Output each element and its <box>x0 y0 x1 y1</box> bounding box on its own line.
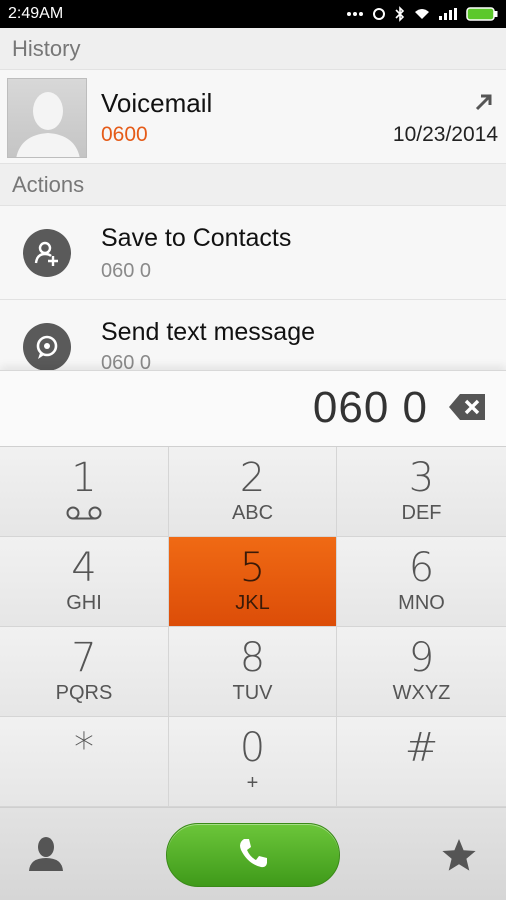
key-letters: PQRS <box>55 682 113 704</box>
actions-header: Actions <box>0 164 506 206</box>
add-contact-icon <box>23 229 71 277</box>
status-time: 2:49AM <box>8 5 64 22</box>
save-to-contacts-action[interactable]: Save to Contacts 060 0 <box>0 206 506 300</box>
keypad: 1 2 ABC 3 DEF 4 GHI 5 JKL 6 MNO 7 PQRS 8… <box>0 447 506 807</box>
dial-display: 060 0 <box>0 370 506 447</box>
message-icon <box>23 323 71 371</box>
voicemail-icon <box>66 506 102 525</box>
key-letters: ABC <box>231 502 274 524</box>
key-letters: TUV <box>232 682 273 704</box>
key-letters: + <box>246 772 259 794</box>
key-digit: 0 <box>239 725 266 771</box>
key-6[interactable]: 6 MNO <box>337 537 506 627</box>
battery-icon <box>466 7 498 21</box>
bottom-bar <box>0 807 506 900</box>
key-7[interactable]: 7 PQRS <box>0 627 169 717</box>
key-letters: WXYZ <box>392 682 451 704</box>
signal-icon <box>439 8 457 20</box>
key-digit: 9 <box>408 635 435 681</box>
key-letters: JKL <box>235 592 270 614</box>
sync-icon <box>372 7 386 21</box>
key-star[interactable]: * <box>0 717 169 807</box>
status-icons <box>347 6 498 22</box>
backspace-icon[interactable] <box>448 393 486 426</box>
key-digit: * <box>74 725 94 771</box>
key-letters: GHI <box>66 592 102 614</box>
key-4[interactable]: 4 GHI <box>0 537 169 627</box>
key-letters: DEF <box>401 502 442 524</box>
status-bar: 2:49AM <box>0 0 506 28</box>
key-5[interactable]: 5 JKL <box>169 537 337 627</box>
action-title: Save to Contacts <box>101 224 292 252</box>
key-digit: 4 <box>71 545 97 591</box>
action-subtitle: 060 0 <box>101 260 152 282</box>
history-entry[interactable]: Voicemail 0600 10/23/2014 <box>0 70 506 164</box>
key-8[interactable]: 8 TUV <box>169 627 337 717</box>
history-header: History <box>0 28 506 70</box>
contact-name: Voicemail <box>101 88 213 118</box>
key-letters: MNO <box>398 592 445 614</box>
bluetooth-icon <box>395 6 405 22</box>
key-hash[interactable]: # <box>337 717 506 807</box>
phone-icon <box>236 836 270 875</box>
key-1[interactable]: 1 <box>0 447 169 537</box>
key-2[interactable]: 2 ABC <box>169 447 337 537</box>
key-digit: 7 <box>71 635 97 681</box>
key-3[interactable]: 3 DEF <box>337 447 506 537</box>
action-title: Send text message <box>101 318 316 346</box>
key-digit: # <box>404 725 439 771</box>
key-digit: 6 <box>408 545 435 591</box>
call-date: 10/23/2014 <box>392 123 498 146</box>
key-digit: 8 <box>239 635 266 681</box>
dialed-number: 060 0 <box>312 383 428 432</box>
contact-number: 0600 <box>101 123 148 146</box>
key-digit: 3 <box>408 455 435 501</box>
outgoing-call-arrow-icon <box>474 92 494 117</box>
key-digit: 2 <box>239 455 266 501</box>
key-9[interactable]: 9 WXYZ <box>337 627 506 717</box>
key-digit: 1 <box>71 455 97 501</box>
contacts-icon[interactable] <box>27 836 65 877</box>
favorites-star-icon[interactable] <box>441 838 477 877</box>
avatar <box>7 78 87 158</box>
more-dots-icon <box>347 11 363 17</box>
wifi-icon <box>414 8 430 20</box>
default-avatar-icon <box>8 79 86 157</box>
key-digit: 5 <box>239 545 266 591</box>
key-0[interactable]: 0 + <box>169 717 337 807</box>
call-button[interactable] <box>166 823 340 887</box>
